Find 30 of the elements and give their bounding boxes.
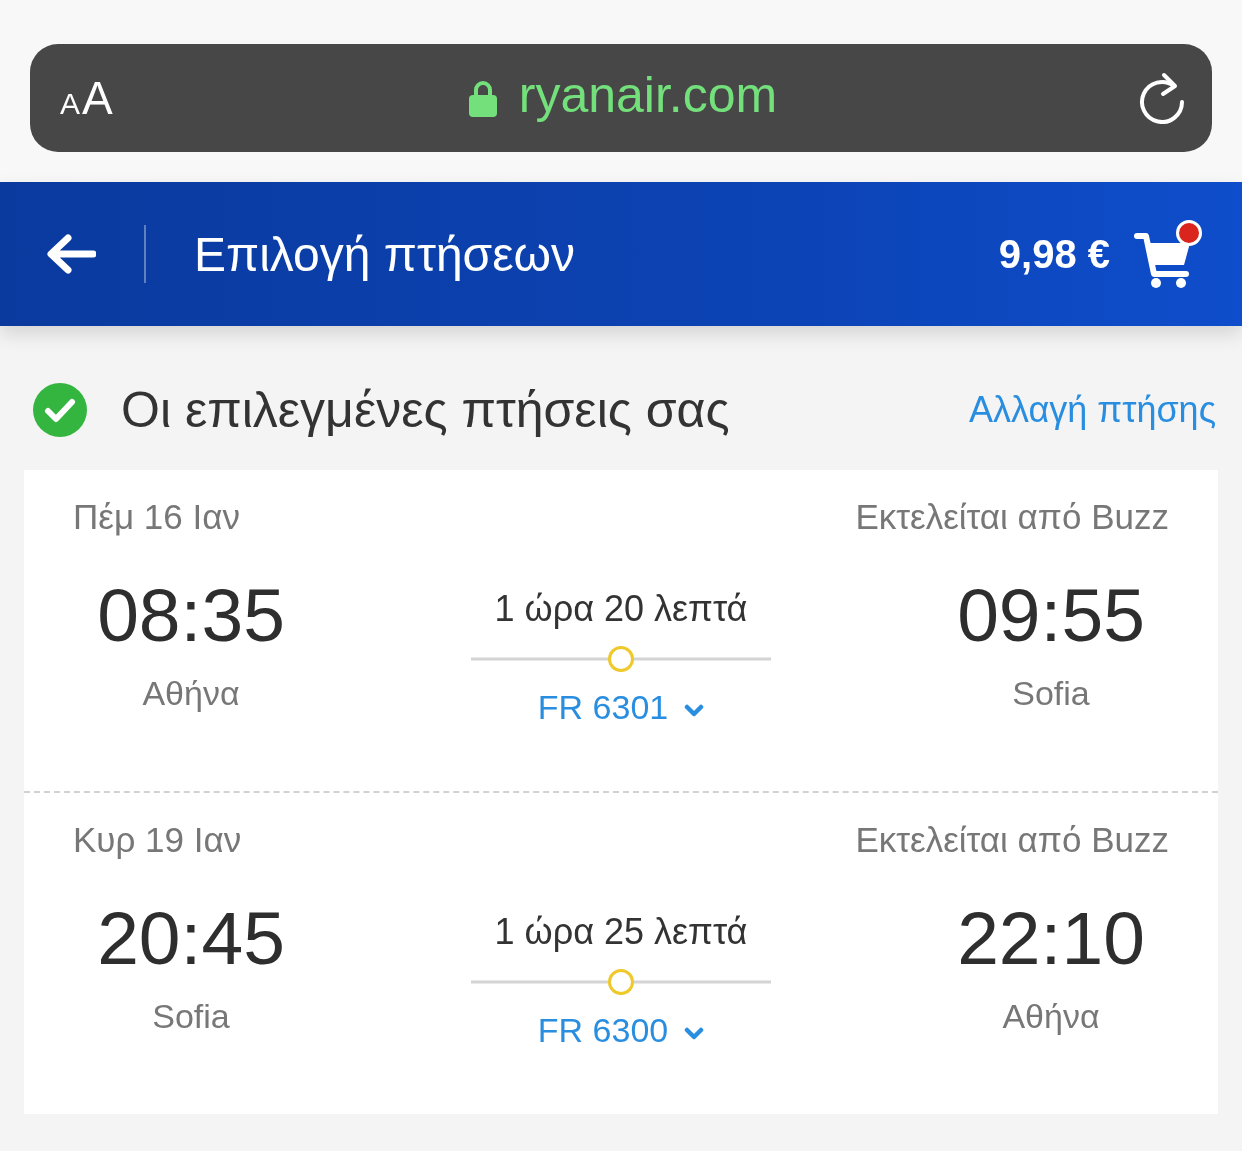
arrival-time: 22:10 <box>957 898 1145 978</box>
section-title: Οι επιλεγμένες πτήσεις σας <box>121 381 730 439</box>
midpoint-marker-icon <box>608 646 634 672</box>
flight-duration: 1 ώρα 20 λεπτά <box>494 589 748 629</box>
flight-duration: 1 ώρα 25 λεπτά <box>494 912 748 952</box>
cart-icon[interactable] <box>1134 230 1192 288</box>
departure-time: 08:35 <box>97 575 285 655</box>
operator-label: Εκτελείται από Buzz <box>855 497 1169 537</box>
back-arrow-icon[interactable] <box>46 234 96 274</box>
arrival-city: Sofia <box>1012 673 1090 713</box>
reload-icon[interactable] <box>1138 72 1186 124</box>
check-circle-icon <box>33 383 87 437</box>
departure-time: 20:45 <box>97 898 285 978</box>
cart-total: 9,98 € <box>998 231 1110 277</box>
url-text[interactable]: ryanair.com <box>518 70 778 126</box>
arrival-city: Αθήνα <box>1002 996 1100 1036</box>
operator-label: Εκτελείται από Buzz <box>855 820 1169 860</box>
change-flight-link[interactable]: Αλλαγή πτήσης <box>969 389 1216 431</box>
arrival-time: 09:55 <box>957 575 1145 655</box>
flight-number-toggle[interactable]: FR 6301 <box>537 687 705 727</box>
lock-icon <box>468 79 497 117</box>
page-title: Επιλογή πτήσεων <box>194 226 576 282</box>
departure-city: Αθήνα <box>142 673 240 713</box>
midpoint-marker-icon <box>608 969 634 995</box>
flight-date: Κυρ 19 Ιαν <box>73 820 242 860</box>
address-bar[interactable]: AA ryanair.com <box>30 44 1212 152</box>
departure-city: Sofia <box>152 996 230 1036</box>
text-size-button[interactable]: AA <box>60 75 113 121</box>
flight-number-toggle[interactable]: FR 6300 <box>537 1010 705 1050</box>
flight-date: Πέμ 16 Ιαν <box>73 497 240 537</box>
